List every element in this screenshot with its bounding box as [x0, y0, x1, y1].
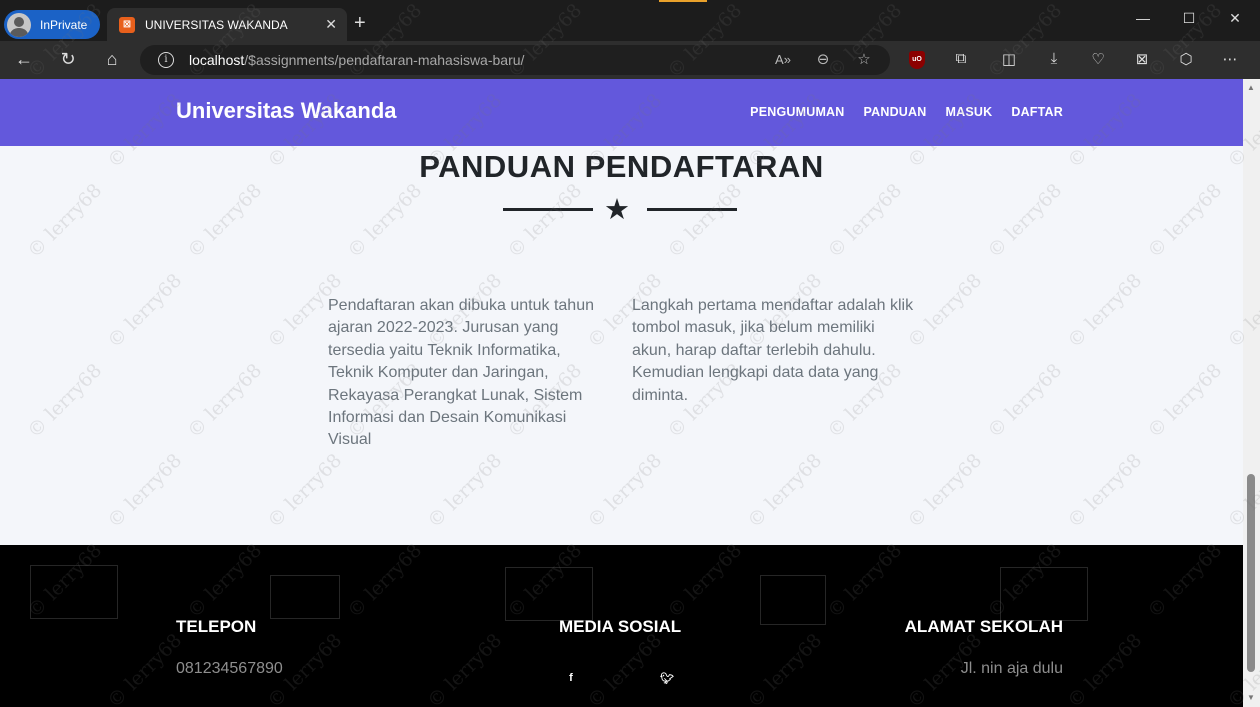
title-divider: ★ — [503, 194, 737, 226]
tab-title: UNIVERSITAS WAKANDA — [145, 17, 288, 32]
footer-pattern — [760, 575, 826, 625]
nav-link-daftar[interactable]: DAFTAR — [1011, 105, 1063, 119]
browser-titlebar: InPrivate ⊠ UNIVERSITAS WAKANDA ✕ + — ☐ … — [0, 0, 1260, 41]
xampp-favicon-icon: ⊠ — [119, 16, 135, 33]
back-icon[interactable]: ← — [12, 49, 36, 70]
extensions-icon[interactable]: ⧉ — [950, 50, 972, 70]
nav-menu: PENGUMUMAN PANDUAN MASUK DAFTAR — [750, 105, 1063, 119]
guide-paragraph-2: Langkah pertama mendaftar adalah klik to… — [632, 297, 914, 404]
refresh-icon[interactable]: ↻ — [56, 49, 80, 70]
site-footer: TELEPON 081234567890 MEDIA SOSIAL f 🐦︎ A… — [0, 545, 1243, 707]
nav-link-panduan[interactable]: PANDUAN — [864, 105, 927, 119]
window-indicator — [659, 0, 707, 2]
copilot-icon[interactable]: ⬡ — [1175, 50, 1197, 70]
scroll-up-icon[interactable]: ▲ — [1247, 83, 1255, 92]
address-bar[interactable]: i localhost/$assignments/pendaftaran-mah… — [140, 45, 890, 75]
browser-essentials-icon[interactable]: ♡ — [1087, 50, 1109, 70]
ublock-extension-icon[interactable]: uO — [909, 51, 925, 69]
site-info-icon[interactable]: i — [158, 52, 174, 68]
site-brand[interactable]: Universitas Wakanda — [176, 98, 397, 124]
inprivate-button[interactable]: InPrivate — [4, 10, 100, 39]
inprivate-label: InPrivate — [40, 17, 88, 32]
url-path: /$assignments/pendaftaran-mahasiswa-baru… — [244, 52, 525, 68]
maximize-button[interactable]: ☐ — [1179, 10, 1199, 27]
section-title: PANDUAN PENDAFTARAN — [419, 149, 824, 184]
split-screen-icon[interactable]: ◫ — [998, 50, 1020, 70]
alamat-value: Jl. nin aja dulu — [960, 660, 1063, 677]
guide-paragraph-1: Pendaftaran akan dibuka untuk tahun ajar… — [328, 297, 594, 449]
star-icon: ★ — [604, 194, 630, 226]
page-scrollbar[interactable]: ▲ ▼ — [1243, 79, 1260, 707]
url-host: localhost — [189, 52, 245, 68]
new-tab-button[interactable]: + — [354, 12, 366, 35]
nav-link-pengumuman[interactable]: PENGUMUMAN — [750, 105, 844, 119]
nav-link-masuk[interactable]: MASUK — [946, 105, 993, 119]
telepon-value: 081234567890 — [176, 660, 283, 677]
scroll-thumb[interactable] — [1247, 474, 1255, 672]
more-menu-icon[interactable]: ⋯ — [1219, 50, 1241, 70]
site-navbar: Universitas Wakanda PENGUMUMAN PANDUAN M… — [0, 79, 1243, 146]
favorite-star-icon[interactable]: ☆ — [853, 50, 875, 68]
twitter-icon[interactable]: 🐦︎ — [657, 672, 677, 685]
url-text[interactable]: localhost/$assignments/pendaftaran-mahas… — [189, 52, 524, 68]
footer-pattern — [30, 565, 118, 619]
footer-pattern — [1000, 567, 1088, 621]
profile-avatar-icon — [7, 12, 31, 37]
home-icon[interactable]: ⌂ — [100, 49, 124, 70]
browser-tab[interactable]: ⊠ UNIVERSITAS WAKANDA ✕ — [107, 8, 347, 41]
footer-pattern — [505, 567, 593, 621]
zoom-out-icon[interactable]: ⊖ — [812, 50, 834, 68]
page-viewport: Universitas Wakanda PENGUMUMAN PANDUAN M… — [0, 79, 1243, 707]
media-sosial-heading: MEDIA SOSIAL — [559, 617, 682, 636]
divider-line-left — [503, 208, 593, 211]
footer-pattern — [270, 575, 340, 619]
divider-line-right — [647, 208, 737, 211]
alamat-heading: ALAMAT SEKOLAH — [904, 617, 1063, 636]
tab-close-icon[interactable]: ✕ — [325, 16, 337, 33]
extension-icon[interactable]: ⊠ — [1131, 50, 1153, 70]
minimize-button[interactable]: — — [1133, 10, 1153, 26]
close-window-button[interactable]: ✕ — [1225, 10, 1245, 27]
read-aloud-icon[interactable]: A» — [772, 52, 794, 67]
scroll-down-icon[interactable]: ▼ — [1247, 693, 1255, 702]
browser-toolbar: ← ↻ ⌂ i localhost/$assignments/pendaftar… — [0, 41, 1260, 79]
telepon-heading: TELEPON — [176, 617, 257, 636]
downloads-icon[interactable]: ⤓ — [1043, 50, 1065, 70]
facebook-icon[interactable]: f — [561, 672, 581, 684]
